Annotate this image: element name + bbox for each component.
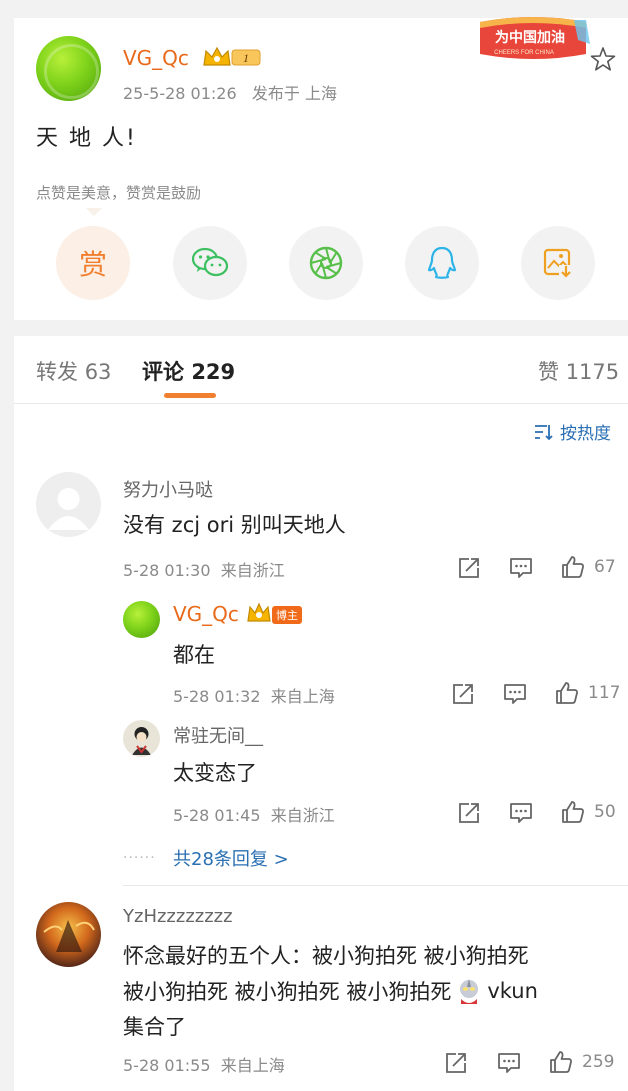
post-meta: 25-5-28 01:26 发布于 上海 [123, 80, 337, 104]
hint-pointer [86, 208, 102, 216]
post-time: 25-5-28 01:26 [123, 84, 237, 103]
comment-time: 5-28 01:30 [123, 561, 211, 580]
share-moments-button[interactable] [289, 226, 363, 300]
reply-time: 5-28 01:45 [173, 806, 261, 825]
sort-label: 按热度 [560, 424, 611, 444]
tab-repost-label: 转发 [36, 360, 78, 384]
sort-button[interactable]: 按热度 [534, 419, 611, 444]
tab-comments-count: 229 [191, 360, 236, 384]
post-location: 发布于 上海 [251, 84, 337, 103]
share-icon[interactable] [443, 1050, 469, 1076]
blogger-tag: 博主 [272, 606, 302, 624]
like-icon[interactable] [548, 1049, 574, 1075]
active-tab-indicator [164, 393, 216, 398]
comment-text: 没有 zcj ori 别叫天地人 [123, 513, 346, 537]
comment-meta: 5-28 01:30 来自浙江 [123, 557, 285, 581]
vip-crown-icon [247, 602, 271, 622]
comment-icon[interactable] [508, 800, 534, 826]
default-avatar-icon [48, 488, 89, 530]
reply-meta: 5-28 01:32 来自上海 [173, 683, 335, 707]
comment-icon[interactable] [508, 555, 534, 581]
share-qq-button[interactable] [405, 226, 479, 300]
like-icon[interactable] [554, 680, 580, 706]
ultraman-emoji-icon [460, 979, 479, 1004]
more-replies-link[interactable]: 共28条回复 > [173, 845, 289, 871]
save-image-button[interactable] [521, 226, 595, 300]
comment-meta: 5-28 01:55 来自上海 [123, 1052, 285, 1076]
share-wechat-button[interactable] [173, 226, 247, 300]
post-content: 天 地 人! [36, 126, 137, 151]
comment-author[interactable]: 努力小马哒 [123, 476, 213, 502]
comment-author[interactable]: YzHzzzzzzzz [123, 906, 233, 927]
reply-avatar[interactable] [123, 601, 160, 638]
comment-location: 来自上海 [220, 1056, 285, 1075]
save-image-icon [543, 248, 573, 279]
tab-comments[interactable]: 评论 229 [142, 356, 235, 386]
like-count: 117 [588, 683, 621, 703]
cheers-for-china-badge: 为中国加油 CHEERS FOR CHINA [480, 17, 590, 59]
tab-likes[interactable]: 赞 1175 [538, 356, 619, 386]
reply-location: 来自上海 [270, 687, 335, 706]
tab-likes-label: 赞 [538, 360, 559, 384]
qq-icon [427, 246, 457, 279]
moments-icon [309, 246, 343, 280]
comment-text-line: 集合了 [123, 1015, 186, 1039]
like-icon[interactable] [560, 554, 586, 580]
sort-icon [535, 424, 553, 440]
tab-repost-count: 63 [84, 360, 112, 384]
reward-hint: 点赞是美意，赞赏是鼓励 [36, 184, 202, 202]
vip-crown-badge-icon[interactable]: 1 [202, 45, 264, 69]
comment-text-segment: 被小狗拍死 被小狗拍死 被小狗拍死 [123, 980, 452, 1004]
reply-meta: 5-28 01:45 来自浙江 [173, 802, 335, 826]
like-count: 259 [582, 1052, 615, 1072]
share-icon[interactable] [456, 800, 482, 826]
badge-main-text: 为中国加油 [495, 29, 565, 46]
author-name[interactable]: VG_Qc [123, 46, 189, 70]
reward-button[interactable]: 赏 [56, 226, 130, 300]
reward-icon: 赏 [78, 248, 107, 281]
comment-text-segment: vkun [487, 979, 538, 1003]
author-avatar[interactable] [36, 36, 101, 101]
favorite-star-icon[interactable] [590, 46, 616, 72]
comment-icon[interactable] [496, 1050, 522, 1076]
share-icon[interactable] [456, 555, 482, 581]
vip-level: 1 [243, 51, 249, 65]
comment-text-line: 怀念最好的五个人：被小狗拍死 被小狗拍死 [123, 944, 529, 968]
comment-avatar[interactable] [36, 472, 101, 537]
comment-separator [123, 885, 628, 886]
reply-author[interactable]: 常驻无间__ [173, 722, 263, 748]
share-icon[interactable] [450, 681, 476, 707]
section-gap [14, 320, 628, 336]
reply-location: 来自浙江 [270, 806, 335, 825]
like-icon[interactable] [560, 799, 586, 825]
page-margin [0, 0, 14, 1091]
comment-location: 来自浙江 [220, 561, 285, 580]
comment-time: 5-28 01:55 [123, 1056, 211, 1075]
tab-divider [14, 403, 628, 404]
comment-text-line: 被小狗拍死 被小狗拍死 被小狗拍死 vkun [123, 976, 538, 1006]
fire-warrior-avatar-icon [43, 920, 95, 952]
character-avatar-icon [132, 727, 151, 755]
like-count: 67 [594, 557, 616, 577]
reply-author[interactable]: VG_Qc [173, 602, 239, 626]
reply-time: 5-28 01:32 [173, 687, 261, 706]
replies-dots: ······ [123, 850, 156, 866]
reply-avatar[interactable] [123, 720, 160, 757]
comment-icon[interactable] [502, 681, 528, 707]
badge-sub-text: CHEERS FOR CHINA [494, 50, 554, 56]
tab-repost[interactable]: 转发 63 [36, 356, 111, 386]
reply-text: 太变态了 [173, 761, 257, 785]
wechat-icon [191, 247, 229, 277]
reply-text: 都在 [173, 643, 215, 667]
comment-avatar[interactable] [36, 902, 101, 967]
tab-comments-label: 评论 [142, 360, 184, 384]
like-count: 50 [594, 802, 616, 822]
tab-likes-count: 1175 [565, 360, 620, 384]
